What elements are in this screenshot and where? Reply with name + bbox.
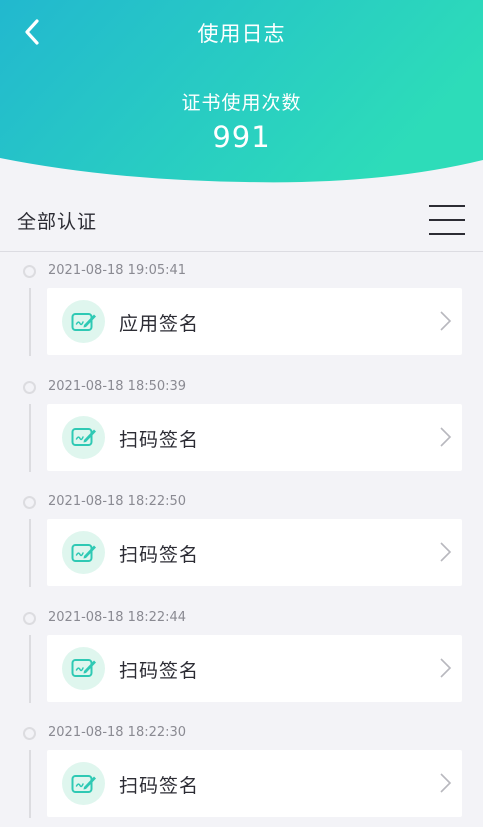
chevron-right-icon [440,657,452,678]
log-timestamp: 2021-08-18 19:05:41 [48,263,187,278]
usage-log-page: 使用日志 证书使用次数 991 全部认证 2021-08-18 19:05:41 [0,0,483,827]
log-timestamp: 2021-08-18 18:50:39 [48,378,187,394]
timeline-line [29,519,31,587]
log-card[interactable]: 应用签名 [47,288,462,355]
log-entry: 2021-08-18 18:22:44 扫码签名 [0,603,483,719]
header: 使用日志 证书使用次数 991 [0,0,483,185]
timeline-line [29,288,31,356]
timeline-dot [23,496,36,509]
log-entry: 2021-08-18 18:22:30 扫码签名 [0,718,483,827]
chevron-right-icon [440,773,452,793]
timeline-dot [23,265,36,278]
menu-icon [429,205,465,235]
filter-bar: 全部认证 [0,190,483,252]
usage-count-label: 证书使用次数 [181,92,302,114]
log-card[interactable]: 扫码签名 [47,750,462,817]
log-entry: 2021-08-18 19:05:41 应用签名 [0,256,483,372]
log-timeline: 2021-08-18 19:05:41 应用签名 2021-08-18 18:5… [0,256,483,827]
chevron-right-icon [440,542,452,562]
chevron-right-icon [440,311,452,331]
usage-count-value: 991 [212,120,271,154]
log-type-label: 扫码签名 [119,659,200,682]
log-card[interactable]: 扫码签名 [47,403,462,471]
timeline-line [29,403,31,472]
log-timestamp: 2021-08-18 18:22:50 [48,494,187,509]
log-type-label: 应用签名 [119,313,200,335]
chevron-right-icon [440,426,452,447]
log-timestamp: 2021-08-18 18:22:44 [48,609,187,625]
log-card[interactable]: 扫码签名 [47,634,462,702]
timeline-line [29,750,31,818]
timeline-dot [23,611,36,625]
page-title: 使用日志 [197,22,286,46]
filter-menu-button[interactable] [426,202,468,238]
log-timestamp: 2021-08-18 18:22:30 [48,725,187,740]
log-card[interactable]: 扫码签名 [47,519,462,586]
signature-icon [62,300,105,343]
signature-icon [62,762,105,805]
log-type-label: 扫码签名 [119,428,200,451]
log-entry: 2021-08-18 18:22:50 扫码签名 [0,487,483,603]
timeline-dot [23,727,36,740]
signature-icon [62,415,105,459]
log-entry: 2021-08-18 18:50:39 扫码签名 [0,372,483,488]
timeline-dot [23,380,36,394]
log-type-label: 扫码签名 [119,775,200,797]
signature-icon [62,646,105,690]
filter-label[interactable]: 全部认证 [17,207,97,234]
signature-icon [62,531,105,574]
timeline-line [29,634,31,703]
log-type-label: 扫码签名 [119,544,200,566]
